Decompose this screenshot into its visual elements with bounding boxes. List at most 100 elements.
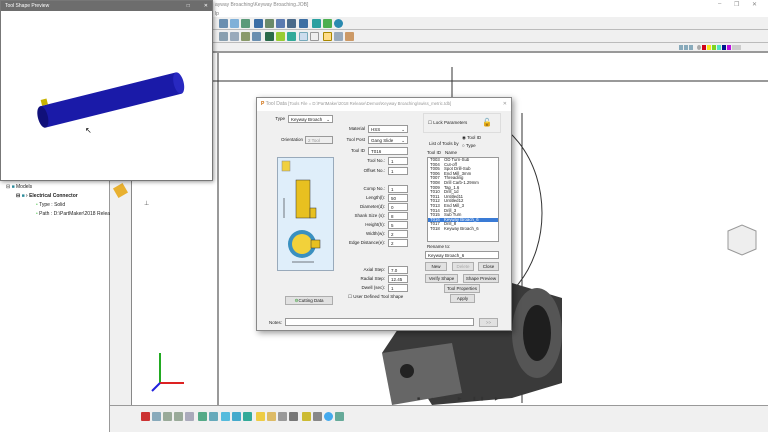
view-icon[interactable] (679, 45, 683, 50)
close-preview-button[interactable]: ✕ (204, 3, 208, 9)
tool-properties-button[interactable]: Tool Properties (444, 284, 480, 293)
camera-icon[interactable] (278, 412, 288, 421)
toolid-input[interactable]: T016 (368, 147, 408, 155)
tool-icon[interactable] (267, 412, 277, 421)
tool-icon[interactable] (197, 412, 207, 421)
tool-icon[interactable] (289, 412, 299, 421)
cyan-swatch[interactable] (717, 45, 721, 50)
gray-swatch[interactable] (697, 45, 701, 50)
globe-icon[interactable] (323, 412, 333, 421)
radio-type[interactable]: ○ Type (462, 143, 476, 148)
zoom-in-icon[interactable] (275, 32, 285, 41)
tool-icon[interactable] (219, 32, 228, 41)
dwell-input[interactable]: 1 (388, 284, 408, 292)
view-cube[interactable] (727, 224, 757, 256)
tool-icon[interactable] (185, 412, 194, 421)
notes-expand-button[interactable]: >> (479, 318, 498, 327)
tool-icon[interactable] (286, 19, 296, 28)
red-swatch[interactable] (702, 45, 706, 50)
yellow-swatch[interactable] (707, 45, 711, 50)
more-colors-button[interactable] (732, 45, 741, 50)
tool-no-input[interactable]: 1 (388, 157, 408, 165)
shade-icon[interactable] (221, 412, 231, 421)
tool-icon[interactable] (345, 32, 355, 41)
user-defined-checkbox[interactable]: ☐ User Defined Tool Shape (348, 294, 403, 300)
tool-icon[interactable] (253, 19, 263, 28)
comp-no-input[interactable]: 1 (388, 185, 408, 193)
tool-icon[interactable] (275, 19, 285, 28)
tree-item-type[interactable]: • Type : Solid (36, 202, 65, 208)
light-icon[interactable] (256, 412, 266, 421)
zoom-fit-icon[interactable] (264, 32, 274, 41)
pencil-icon[interactable] (112, 182, 129, 199)
tool-icon[interactable] (312, 19, 322, 28)
tool-icon[interactable] (241, 32, 250, 41)
tree-item-component[interactable]: ⊟ ■ › Electrical Connector (16, 193, 78, 199)
lock-icon[interactable]: 🔓 (482, 118, 492, 127)
tree-item-models[interactable]: ⊟ ■ Models (6, 184, 32, 190)
view-icon[interactable] (684, 45, 688, 50)
notes-input[interactable] (285, 318, 474, 326)
measure-icon[interactable] (301, 412, 311, 421)
shade-icon[interactable] (232, 412, 242, 421)
help-icon[interactable] (334, 19, 344, 28)
tool-icon[interactable] (230, 32, 239, 41)
height-input[interactable]: 5 (388, 221, 408, 229)
light-icon[interactable] (323, 32, 333, 41)
tool-icon[interactable] (334, 32, 344, 41)
diameter-input[interactable]: 0 (388, 203, 408, 211)
shape-preview-button[interactable]: Shape Preview (463, 274, 499, 283)
tool-icon[interactable] (252, 32, 261, 41)
close-button[interactable]: Close (478, 262, 499, 271)
tool-icon[interactable] (323, 19, 333, 28)
edge-distance-input[interactable]: 2 (388, 239, 408, 247)
material-select[interactable]: HSS ⌄ (368, 125, 408, 133)
playback-controls[interactable]: ■ ▫ ▫ ▶ ▮▮ ▶ (417, 396, 504, 402)
tool-icon[interactable] (163, 412, 172, 421)
cutting-data-button[interactable]: ⚙Cutting Data (285, 296, 333, 305)
tool-icon[interactable] (219, 19, 228, 28)
tool-3d-preview[interactable]: ↖ (1, 11, 212, 179)
apply-button[interactable]: Apply (450, 294, 475, 303)
maximize-button[interactable]: □ (187, 3, 190, 9)
radio-tool-id[interactable]: ◉ Tool ID (462, 135, 481, 141)
minimize-button[interactable]: – (718, 1, 721, 7)
length-input[interactable]: 50 (388, 194, 408, 202)
tool-icon[interactable] (208, 412, 218, 421)
offset-no-input[interactable]: 1 (388, 167, 408, 175)
axial-step-input[interactable]: 7.0 (388, 266, 408, 274)
tool-icon[interactable] (230, 19, 239, 28)
close-app-button[interactable]: ✕ (752, 1, 757, 8)
shade-icon[interactable] (243, 412, 253, 421)
tool-icon[interactable] (141, 412, 150, 421)
green-swatch[interactable] (712, 45, 716, 50)
tool-icon[interactable] (264, 19, 274, 28)
restore-button[interactable]: ❐ (734, 1, 739, 8)
tool-icon[interactable] (152, 412, 161, 421)
blue-swatch[interactable] (722, 45, 726, 50)
zoom-icon[interactable] (286, 32, 296, 41)
new-button[interactable]: New (425, 262, 447, 271)
window-icon[interactable] (310, 32, 320, 41)
rename-input[interactable]: Keyway Broach_6 (425, 251, 499, 259)
tool-icon[interactable] (174, 412, 183, 421)
tool-list[interactable]: T003 OD Turn-Sub T004 Cut-off T005 Spot Drill… (427, 157, 499, 242)
image-icon[interactable] (334, 412, 344, 421)
tool-icon[interactable] (299, 19, 309, 28)
shank-size-input[interactable]: 8 (388, 212, 408, 220)
verify-shape-button[interactable]: Verify Shape (425, 274, 458, 283)
lock-parameters-checkbox[interactable]: ☐ Lock Parameters (428, 120, 467, 126)
pan-icon[interactable] (299, 32, 309, 41)
tool-icon[interactable] (312, 412, 322, 421)
type-select[interactable]: Keyway Broach ⌄ (288, 115, 333, 123)
tool-icon[interactable] (241, 19, 250, 28)
magenta-swatch[interactable] (727, 45, 731, 50)
tool-list-item[interactable]: T018 Keyway Broach_6 (428, 226, 498, 232)
dialog-close-button[interactable]: ✕ (503, 101, 507, 108)
delete-button[interactable]: Delete (452, 262, 474, 271)
view-icon[interactable] (689, 45, 693, 50)
toolpost-select[interactable]: Gang Slide ⌄ (368, 136, 408, 144)
tree-item-path[interactable]: • Path : D:\PartMaker\2018 Relea (36, 211, 110, 217)
radial-step-input[interactable]: 12.45 (388, 275, 408, 283)
width-input[interactable]: 2 (388, 230, 408, 238)
